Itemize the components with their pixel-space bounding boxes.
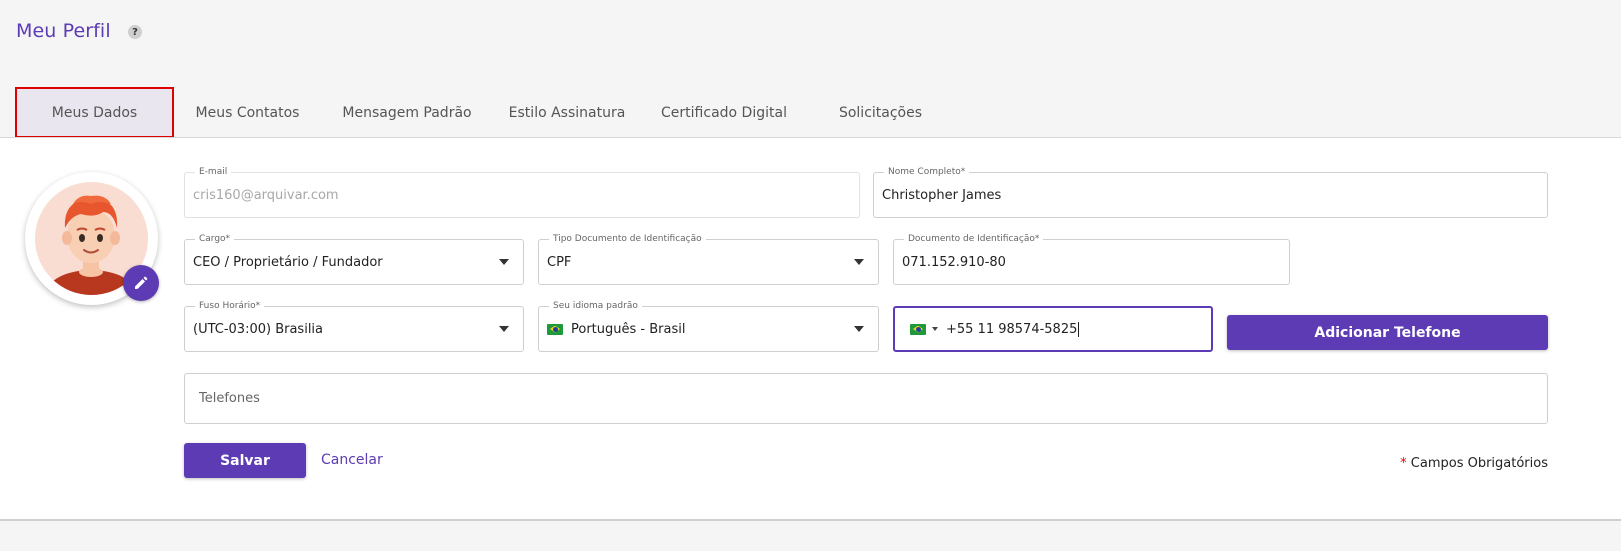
tab-meus-dados[interactable]: Meus Dados	[15, 87, 174, 138]
page-title: Meu Perfil	[16, 20, 111, 42]
tab-certificado-digital[interactable]: Certificado Digital	[652, 87, 796, 138]
chevron-down-icon	[499, 259, 509, 265]
doc-type-label: Tipo Documento de Identificação	[549, 233, 706, 245]
required-note-text: Campos Obrigatórios	[1410, 456, 1548, 471]
phone-value-wrap: +55 11 98574-5825	[910, 308, 1080, 350]
language-select[interactable]: Seu idioma padrão Português - Brasil	[538, 300, 879, 352]
phone-input[interactable]: +55 11 98574-5825	[893, 306, 1213, 352]
brazil-flag-icon	[547, 323, 563, 335]
timezone-value: (UTC-03:00) Brasilia	[193, 321, 324, 337]
edit-avatar-button[interactable]	[123, 265, 159, 301]
required-fields-note: * Campos Obrigatórios	[1400, 456, 1548, 471]
required-star: *	[1400, 456, 1407, 471]
cargo-value: CEO / Proprietário / Fundador	[193, 254, 383, 270]
help-icon[interactable]: ?	[128, 25, 142, 39]
cargo-select[interactable]: Cargo* CEO / Proprietário / Fundador	[184, 233, 524, 285]
chevron-down-icon	[854, 259, 864, 265]
email-field[interactable]: E-mail cris160@arquivar.com	[184, 166, 860, 218]
doc-number-field[interactable]: Documento de Identificação* 071.152.910-…	[893, 233, 1290, 285]
chevron-down-icon	[499, 326, 509, 332]
pencil-icon	[135, 276, 148, 289]
phones-list-placeholder: Telefones	[199, 391, 260, 406]
phone-value: +55 11 98574-5825	[946, 321, 1078, 337]
tab-estilo-assinatura[interactable]: Estilo Assinatura	[500, 87, 634, 138]
chevron-down-icon	[854, 326, 864, 332]
text-cursor	[1078, 321, 1080, 337]
doc-number-value: 071.152.910-80	[902, 254, 1006, 270]
tab-meus-contatos[interactable]: Meus Contatos	[180, 87, 315, 138]
save-button[interactable]: Salvar	[184, 443, 306, 478]
language-value: Português - Brasil	[571, 321, 686, 337]
phones-list-field[interactable]: Telefones	[184, 373, 1548, 424]
timezone-select[interactable]: Fuso Horário* (UTC-03:00) Brasilia	[184, 300, 524, 352]
doc-type-value: CPF	[547, 254, 572, 270]
add-phone-button[interactable]: Adicionar Telefone	[1227, 315, 1548, 350]
country-dropdown-icon[interactable]	[932, 327, 938, 331]
tab-solicitacoes[interactable]: Solicitações	[828, 87, 933, 138]
profile-page: Meu Perfil ? Meus Dados Meus Contatos Me…	[0, 0, 1621, 551]
full-name-field[interactable]: Nome Completo* Christopher James	[873, 166, 1548, 218]
bottom-divider	[0, 519, 1621, 521]
cancel-button[interactable]: Cancelar	[321, 452, 383, 468]
email-value: cris160@arquivar.com	[193, 187, 339, 203]
doc-type-select[interactable]: Tipo Documento de Identificação CPF	[538, 233, 879, 285]
language-value-wrap: Português - Brasil	[547, 307, 685, 351]
brazil-flag-icon[interactable]	[910, 323, 926, 335]
profile-tabs: Meus Dados Meus Contatos Mensagem Padrão…	[0, 87, 1621, 138]
tab-mensagem-padrao[interactable]: Mensagem Padrão	[333, 87, 481, 138]
full-name-value: Christopher James	[882, 187, 1002, 203]
